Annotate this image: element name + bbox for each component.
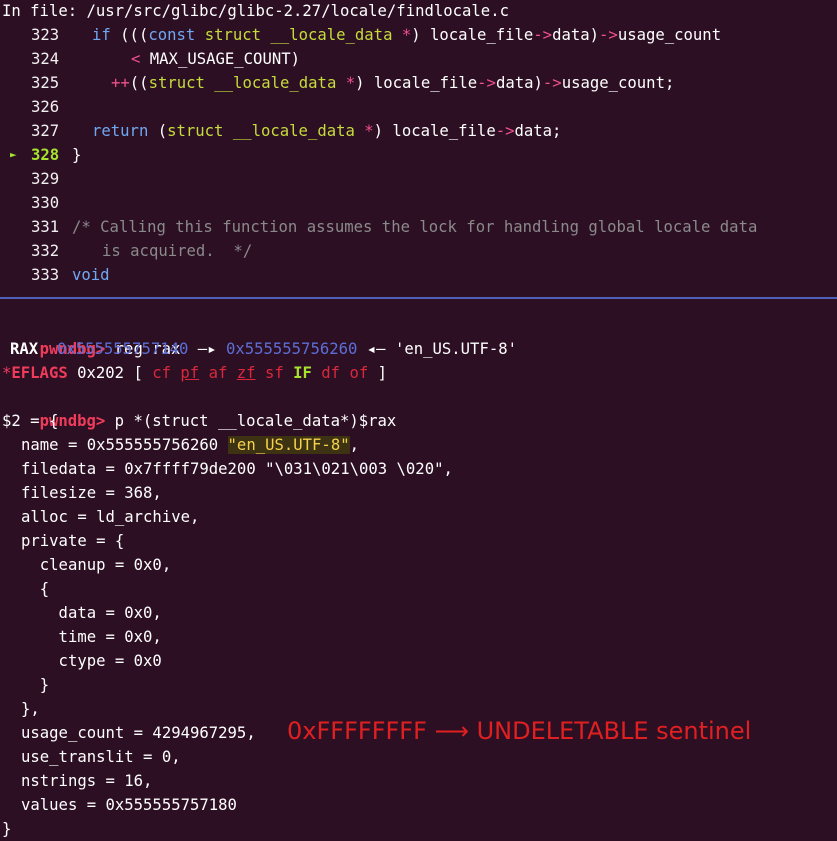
struct-field: data = 0x0, [21, 604, 162, 622]
source-code: void [72, 266, 110, 284]
pointer-address: 0x555555756260 [225, 340, 358, 358]
source-code: if (((const struct __locale_data *) loca… [92, 26, 722, 44]
struct-field-name: name = 0x555555756260 "en_US.UTF-8", [21, 433, 359, 457]
deref-arrow: ◂— [366, 340, 386, 358]
gdb-command-line[interactable]: pwndbg> reg rax [2, 313, 181, 358]
eflag-sf: sf [264, 364, 284, 382]
field-suffix: , [349, 436, 359, 454]
deref-arrow: —▸ [197, 340, 217, 358]
struct-field: cleanup = 0x0, [21, 556, 172, 574]
struct-field: values = 0x555555757180 [21, 796, 237, 814]
annotation-text: 0xFFFFFFFF ⟶ UNDELETABLE sentinel [287, 717, 752, 745]
struct-field: time = 0x0, [21, 628, 162, 646]
source-file-header: In file: /usr/src/glibc/glibc-2.27/local… [2, 2, 509, 20]
line-number: 324 [31, 50, 60, 68]
line-number: 323 [31, 26, 60, 44]
line-number: 327 [31, 122, 60, 140]
line-number: 326 [31, 98, 60, 116]
source-code: } [72, 146, 82, 164]
changed-marker: * [2, 364, 12, 382]
struct-field: { [21, 580, 50, 598]
struct-field: usage_count = 4294967295, [21, 724, 256, 742]
source-code: is acquired. */ [102, 242, 253, 260]
flag-list: cf pf af zf sf IF df of [152, 364, 368, 382]
bracket: [ [133, 364, 143, 382]
bracket: ] [377, 364, 388, 382]
gdb-command-line[interactable]: pwndbg> p *(struct __locale_data*)$rax [2, 385, 397, 430]
register-eflags-line: *EFLAGS 0x202 [ cf pf af zf sf IF df of … [2, 361, 387, 385]
eflag-zf: zf [236, 364, 256, 382]
gdb-command: p *(struct __locale_data*)$rax [114, 412, 397, 430]
print-result-close: } [2, 820, 12, 838]
register-label: EFLAGS [11, 364, 68, 382]
eflag-af: af [208, 364, 228, 382]
line-number: 332 [31, 242, 60, 260]
register-label: RAX [10, 340, 39, 358]
line-number: 329 [31, 170, 60, 188]
struct-field: nstrings = 16, [21, 772, 153, 790]
struct-field: filedata = 0x7ffff79de200 "\031\021\003 … [21, 460, 453, 478]
line-number: 330 [31, 194, 60, 212]
current-line-arrow-icon: ► [10, 148, 17, 161]
eflag-of: of [349, 364, 369, 382]
string-value: 'en_US.UTF-8' [394, 340, 518, 358]
struct-field: ctype = 0x0 [21, 652, 162, 670]
print-result-open: $2 = { [2, 412, 59, 430]
struct-field: alloc = ld_archive, [21, 508, 200, 526]
eflag-cf: cf [152, 364, 172, 382]
eflags-value: 0x202 [77, 364, 125, 382]
eflag-pf: pf [180, 364, 200, 382]
line-number: 325 [31, 74, 60, 92]
register-rax-line: RAX 0x555555757140 —▸ 0x555555756260 ◂— … [10, 337, 517, 361]
struct-field: use_translit = 0, [21, 748, 181, 766]
eflag-df: df [321, 364, 341, 382]
pane-separator [0, 297, 837, 299]
pointer-address: 0x555555757140 [56, 340, 189, 358]
line-number: 333 [31, 266, 60, 284]
source-code: ++((struct __locale_data *) locale_file-… [111, 74, 675, 92]
source-code: return (struct __locale_data *) locale_f… [92, 122, 562, 140]
line-number: 331 [31, 218, 60, 236]
struct-field: } [21, 676, 50, 694]
struct-field: }, [21, 700, 40, 718]
field-prefix: name = 0x555555756260 [21, 436, 228, 454]
highlighted-string: "en_US.UTF-8" [227, 436, 350, 454]
line-number: 328 [31, 146, 60, 164]
struct-field: private = { [21, 532, 125, 550]
struct-field: filesize = 368, [21, 484, 162, 502]
source-code: /* Calling this function assumes the loc… [72, 218, 758, 236]
source-code: < MAX_USAGE_COUNT) [131, 50, 300, 68]
eflag-if: IF [293, 364, 312, 382]
